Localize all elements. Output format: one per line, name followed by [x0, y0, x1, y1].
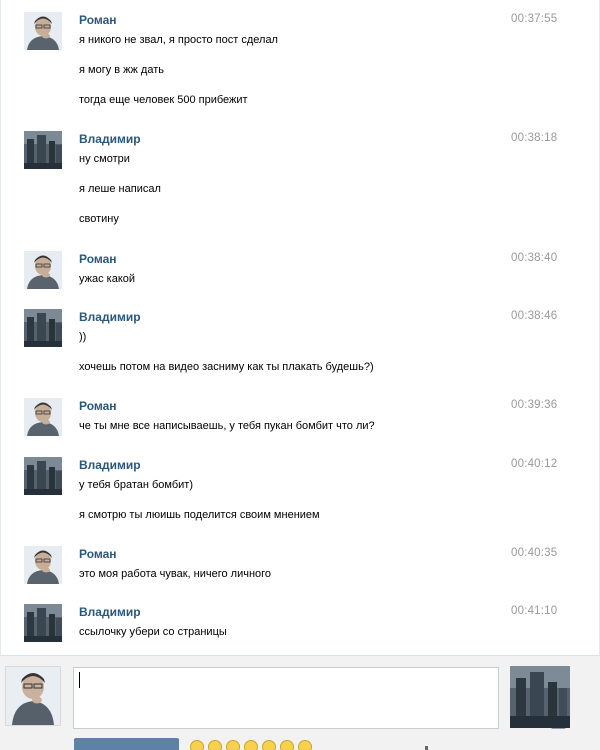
message-time: 00:40:35	[511, 547, 558, 559]
message-author[interactable]: Владимир	[79, 605, 141, 619]
message-author[interactable]: Роман	[79, 252, 117, 266]
message-time: 00:39:36	[511, 399, 558, 411]
message: Владимир 00:38:46)) хочешь потом на видео …	[1, 309, 599, 409]
message-text: ))	[79, 331, 87, 343]
message-time: 00:40:12	[511, 458, 558, 470]
message-author[interactable]: Владимир	[79, 132, 141, 146]
message-history: Роман 00:37:55 я никого не звал, я просто …	[0, 0, 600, 655]
my-avatar[interactable]	[5, 666, 61, 726]
avatar[interactable]	[24, 457, 62, 495]
emoji-icon[interactable]	[190, 740, 204, 750]
avatar[interactable]	[24, 12, 62, 50]
message-input[interactable]	[73, 667, 567, 729]
message-text: ну смотри	[79, 153, 130, 165]
message: Владимир 00:38:18 ну смотри я леше написал с…	[1, 131, 599, 231]
avatar[interactable]	[24, 131, 62, 169]
message-text: у тебя братан бомбит)	[79, 479, 193, 491]
message-text: ужас какой	[79, 273, 136, 285]
emoji-icon[interactable]	[280, 740, 294, 750]
message-text: я никого не звал, я просто пост сделал	[79, 34, 278, 46]
message: Владимир 00:41:10 ссылочку убери со страни…	[1, 604, 599, 655]
message-time: 00:38:46	[511, 310, 558, 322]
message-text: я леше написал	[79, 183, 161, 195]
message-author[interactable]: Роман	[79, 13, 117, 27]
message-author[interactable]: Владимир	[79, 310, 141, 324]
message: Владимир 00:40:12 у тебя братан бомбит) я с…	[1, 457, 599, 557]
message-text: это моя работа чувак, ничего личного	[79, 568, 272, 580]
avatar[interactable]	[24, 398, 62, 436]
avatar[interactable]	[24, 309, 62, 347]
message-composer	[0, 655, 600, 750]
avatar[interactable]	[24, 251, 62, 289]
message: Роман 00:37:55 я никого не звал, я просто …	[1, 12, 599, 112]
text-caret	[79, 672, 80, 688]
more-icon[interactable]	[425, 746, 428, 750]
message-text: ссылочку убери со страницы	[79, 626, 227, 638]
message-text: я могу в жж дать	[79, 64, 164, 76]
send-button[interactable]	[74, 738, 179, 750]
avatar[interactable]	[24, 604, 62, 642]
emoji-icon[interactable]	[262, 740, 276, 750]
message-time: 00:37:55	[511, 13, 558, 25]
message-text: хочешь потом на видео засниму как ты пла…	[79, 361, 374, 373]
avatar[interactable]	[24, 546, 62, 584]
message-text: свотину	[79, 213, 119, 225]
emoji-icon[interactable]	[244, 740, 258, 750]
peer-avatar[interactable]	[510, 666, 570, 728]
message-text: че ты мне все написываешь, у тебя пукан …	[79, 420, 375, 432]
message-time: 00:38:18	[511, 132, 558, 144]
message-author[interactable]: Владимир	[79, 458, 141, 472]
message-author[interactable]: Роман	[79, 399, 117, 413]
emoji-bar	[190, 740, 312, 750]
message-text: я смотрю ты люишь поделится своим мнение…	[79, 509, 320, 521]
message-author[interactable]: Роман	[79, 547, 117, 561]
emoji-icon[interactable]	[298, 740, 312, 750]
emoji-icon[interactable]	[208, 740, 222, 750]
emoji-icon[interactable]	[226, 740, 240, 750]
message-text: тогда еще человек 500 прибежит	[79, 94, 248, 106]
message-time: 00:41:10	[511, 605, 558, 617]
message-time: 00:38:40	[511, 252, 558, 264]
